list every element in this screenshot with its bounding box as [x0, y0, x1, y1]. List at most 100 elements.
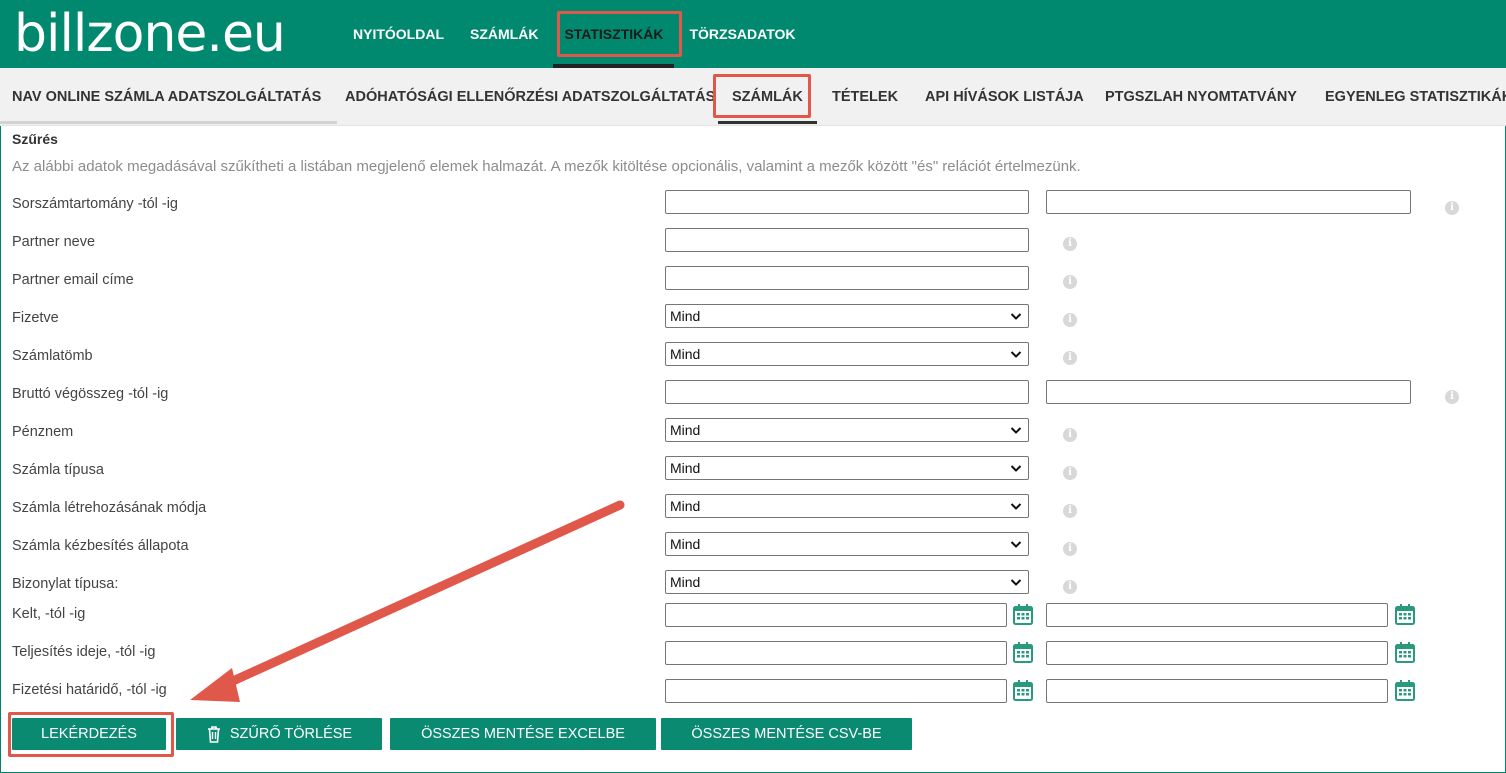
payment-deadline-to-input[interactable]	[1046, 679, 1388, 703]
subnav-nav-online[interactable]: NAV ONLINE SZÁMLA ADATSZOLGÁLTATÁS	[0, 68, 338, 126]
calendar-icon[interactable]	[1013, 641, 1033, 663]
fulfillment-date-from-input[interactable]	[665, 641, 1007, 665]
filter-row-payment-deadline: Fizetési határidő, -tól -ig	[0, 679, 1506, 717]
document-type-select[interactable]: Mind	[665, 570, 1029, 594]
clear-filter-button[interactable]: SZŰRŐ TÖRLÉSE	[176, 718, 382, 750]
chevron-down-icon	[1010, 465, 1022, 472]
select-value: Mind	[670, 536, 701, 552]
subnav-items[interactable]: TÉTELEK	[832, 68, 898, 126]
filter-description: Az alábbi adatok megadásával szűkítheti …	[12, 158, 1081, 175]
partner-name-input[interactable]	[665, 228, 1029, 252]
subnav-label: API HÍVÁSOK LISTÁJA	[925, 89, 1084, 105]
info-icon[interactable]: i	[1063, 275, 1077, 289]
nav-item-invoices[interactable]: SZÁMLÁK	[457, 0, 551, 68]
nav-item-statistics[interactable]: STATISZTIKÁK	[551, 0, 676, 68]
field-label: Pénznem	[12, 424, 74, 440]
info-icon[interactable]: i	[1063, 504, 1077, 518]
select-value: Mind	[670, 308, 701, 324]
subnav-label: TÉTELEK	[832, 89, 899, 105]
nav-item-home[interactable]: NYITÓOLDAL	[340, 0, 457, 68]
field-label: Fizetési határidő, -tól -ig	[12, 682, 167, 698]
info-icon[interactable]: i	[1063, 313, 1077, 327]
info-icon[interactable]: i	[1063, 428, 1077, 442]
chevron-down-icon	[1010, 541, 1022, 548]
logo[interactable]: billzone.eu	[14, 4, 286, 64]
export-csv-button[interactable]: ÖSSZES MENTÉSE CSV-BE	[661, 718, 912, 750]
field-label: Partner email címe	[12, 272, 134, 288]
info-icon[interactable]: i	[1063, 580, 1077, 594]
select-value: Mind	[670, 498, 701, 514]
trash-icon	[207, 726, 220, 743]
select-value: Mind	[670, 574, 701, 590]
filter-row-partner-email: Partner email címe i	[0, 266, 1506, 304]
query-button[interactable]: LEKÉRDEZÉS	[12, 718, 166, 750]
filter-row-creation-method: Számla létrehozásának módja Mind i	[0, 494, 1506, 532]
field-label: Bruttó végösszeg -tól -ig	[12, 386, 169, 402]
top-header: billzone.eu NYITÓOLDAL SZÁMLÁK STATISZTI…	[0, 0, 1506, 68]
field-label: Számla kézbesítés állapota	[12, 538, 189, 554]
invoice-block-select[interactable]: Mind	[665, 342, 1029, 366]
info-icon[interactable]: i	[1063, 542, 1077, 556]
field-label: Számla típusa	[12, 462, 104, 478]
creation-method-select[interactable]: Mind	[665, 494, 1029, 518]
info-icon[interactable]: i	[1445, 201, 1459, 215]
subnav-balance-stats[interactable]: EGYENLEG STATISZTIKÁK	[1325, 68, 1506, 126]
calendar-icon[interactable]	[1013, 679, 1033, 701]
filter-row-serial: Sorszámtartomány -tól -ig i	[0, 190, 1506, 228]
subnav-ptgszlah[interactable]: PTGSZLAH NYOMTATVÁNY	[1105, 68, 1297, 126]
invoice-type-select[interactable]: Mind	[665, 456, 1029, 480]
partner-email-input[interactable]	[665, 266, 1029, 290]
currency-select[interactable]: Mind	[665, 418, 1029, 442]
field-label: Számlatömb	[12, 348, 93, 364]
subnav-label: ADÓHATÓSÁGI ELLENŐRZÉSI ADATSZOLGÁLTATÁS	[345, 89, 716, 105]
chevron-down-icon	[1010, 351, 1022, 358]
nav-item-master-data[interactable]: TÖRZSADATOK	[676, 0, 808, 68]
button-label: SZŰRŐ TÖRLÉSE	[229, 726, 353, 742]
issue-date-from-input[interactable]	[665, 603, 1007, 627]
chevron-down-icon	[1010, 503, 1022, 510]
info-icon[interactable]: i	[1063, 466, 1077, 480]
chevron-down-icon	[1010, 313, 1022, 320]
gross-total-to-input[interactable]	[1046, 380, 1411, 404]
subnav-invoices[interactable]: SZÁMLÁK	[718, 68, 817, 126]
filter-row-delivery-status: Számla kézbesítés állapota Mind i	[0, 532, 1506, 570]
fulfillment-date-to-input[interactable]	[1046, 641, 1388, 665]
subnav-label: SZÁMLÁK	[732, 89, 803, 105]
paid-select[interactable]: Mind	[665, 304, 1029, 328]
field-label: Számla létrehozásának módja	[12, 500, 207, 516]
calendar-icon[interactable]	[1395, 641, 1415, 663]
calendar-icon[interactable]	[1395, 603, 1415, 625]
calendar-icon[interactable]	[1395, 679, 1415, 701]
filter-row-gross-total: Bruttó végösszeg -tól -ig i	[0, 380, 1506, 418]
serial-to-input[interactable]	[1046, 190, 1411, 214]
button-label: ÖSSZES MENTÉSE EXCELBE	[421, 726, 625, 742]
subnav-tax-authority[interactable]: ADÓHATÓSÁGI ELLENŐRZÉSI ADATSZOLGÁLTATÁS	[345, 68, 715, 126]
button-label: ÖSSZES MENTÉSE CSV-BE	[691, 726, 882, 742]
payment-deadline-from-input[interactable]	[665, 679, 1007, 703]
delivery-status-select[interactable]: Mind	[665, 532, 1029, 556]
subnav-label: PTGSZLAH NYOMTATVÁNY	[1105, 89, 1297, 105]
calendar-icon[interactable]	[1013, 603, 1033, 625]
filter-row-fulfillment-date: Teljesítés ideje, -tól -ig	[0, 641, 1506, 679]
filter-title: Szűrés	[12, 131, 58, 147]
info-icon[interactable]: i	[1063, 351, 1077, 365]
subnav-label: EGYENLEG STATISZTIKÁK	[1325, 89, 1506, 105]
field-label: Sorszámtartomány -tól -ig	[12, 196, 178, 212]
select-value: Mind	[670, 422, 701, 438]
info-icon[interactable]: i	[1445, 390, 1459, 404]
field-label: Teljesítés ideje, -tól -ig	[12, 644, 156, 660]
subnav-api-calls[interactable]: API HÍVÁSOK LISTÁJA	[925, 68, 1084, 126]
tab-underline	[718, 121, 817, 124]
serial-from-input[interactable]	[665, 190, 1029, 214]
button-label: LEKÉRDEZÉS	[41, 726, 137, 742]
chevron-down-icon	[1010, 579, 1022, 586]
issue-date-to-input[interactable]	[1046, 603, 1388, 627]
export-excel-button[interactable]: ÖSSZES MENTÉSE EXCELBE	[390, 718, 656, 750]
filter-row-partner-name: Partner neve i	[0, 228, 1506, 266]
chevron-down-icon	[1010, 427, 1022, 434]
gross-total-from-input[interactable]	[665, 380, 1029, 404]
info-icon[interactable]: i	[1063, 237, 1077, 251]
sub-nav: NAV ONLINE SZÁMLA ADATSZOLGÁLTATÁS ADÓHA…	[0, 68, 1506, 126]
filter-row-issue-date: Kelt, -tól -ig	[0, 603, 1506, 641]
select-value: Mind	[670, 346, 701, 362]
